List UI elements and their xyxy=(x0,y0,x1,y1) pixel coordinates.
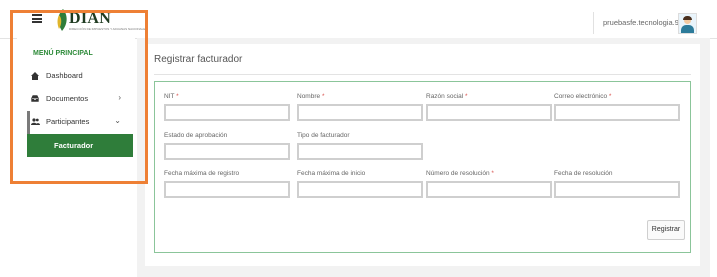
logo-subtitle: DIRECCIÓN DE IMPUESTOS Y ADUANAS NACIONA… xyxy=(69,27,148,31)
fecha-registro-input[interactable] xyxy=(164,181,290,198)
estado-aprobacion-select[interactable] xyxy=(164,143,290,160)
main-content: Registrar facturador NIT * Nombre * Razó… xyxy=(137,38,710,277)
sidebar-item-label: Dashboard xyxy=(46,71,83,80)
logo-text: DIAN xyxy=(69,10,112,27)
sidebar-item-participantes[interactable]: Participantes ⌄ xyxy=(17,111,135,133)
sidebar-subitem-label: Facturador xyxy=(54,141,94,150)
sidebar-item-dashboard[interactable]: Dashboard xyxy=(17,65,135,87)
chevron-right-icon: › xyxy=(118,93,121,102)
user-name[interactable]: pruebasfe.tecnologia.9... xyxy=(603,18,685,27)
nombre-input[interactable] xyxy=(297,104,423,121)
sidebar-item-label: Documentos xyxy=(46,94,89,103)
field-label-numero-resolucion: Número de resolución * xyxy=(426,170,494,177)
field-label-fecha-registro: Fecha máxima de registro xyxy=(164,170,240,177)
dian-leaf-icon xyxy=(57,9,67,31)
top-divider xyxy=(593,12,594,34)
tipo-facturador-select[interactable] xyxy=(297,143,423,160)
razon-social-input[interactable] xyxy=(426,104,552,121)
sidebar-subitem-facturador[interactable]: Facturador xyxy=(27,134,133,157)
field-label-nit: NIT * xyxy=(164,93,179,100)
sidebar-item-documentos[interactable]: Documentos › xyxy=(17,88,135,110)
fecha-inicio-input[interactable] xyxy=(297,181,423,198)
menu-title: MENÚ PRINCIPAL xyxy=(33,50,93,57)
users-icon xyxy=(31,118,40,127)
sidebar-item-label: Participantes xyxy=(46,117,90,126)
nit-input[interactable] xyxy=(164,104,290,121)
title-divider xyxy=(154,74,691,75)
field-label-estado: Estado de aprobación xyxy=(164,132,228,139)
dashboard-icon xyxy=(31,72,39,82)
page-title: Registrar facturador xyxy=(154,54,243,65)
correo-input[interactable] xyxy=(554,104,680,121)
form-card: Registrar facturador NIT * Nombre * Razó… xyxy=(145,44,700,266)
chevron-down-icon: ⌄ xyxy=(114,116,121,125)
registrar-button[interactable]: Registrar xyxy=(647,220,685,240)
top-bar: DIAN DIRECCIÓN DE IMPUESTOS Y ADUANAS NA… xyxy=(0,0,717,39)
avatar[interactable] xyxy=(678,13,697,34)
field-label-razon-social: Razón social * xyxy=(426,93,468,100)
inbox-icon xyxy=(30,94,40,104)
fecha-resolucion-input[interactable] xyxy=(554,181,680,198)
active-indicator xyxy=(27,111,30,134)
field-label-fecha-resolucion: Fecha de resolución xyxy=(554,170,613,177)
sidebar: MENÚ PRINCIPAL Dashboard Documentos › Pa… xyxy=(17,38,135,277)
field-label-nombre: Nombre * xyxy=(297,93,325,100)
register-form: NIT * Nombre * Razón social * Correo ele… xyxy=(154,81,691,253)
dian-logo: DIAN DIRECCIÓN DE IMPUESTOS Y ADUANAS NA… xyxy=(56,8,147,32)
numero-resolucion-input[interactable] xyxy=(426,181,552,198)
hamburger-menu-icon[interactable] xyxy=(32,14,42,23)
field-label-correo: Correo electrónico * xyxy=(554,93,612,100)
field-label-tipo: Tipo de facturador xyxy=(297,132,350,139)
field-label-fecha-inicio: Fecha máxima de inicio xyxy=(297,170,366,177)
